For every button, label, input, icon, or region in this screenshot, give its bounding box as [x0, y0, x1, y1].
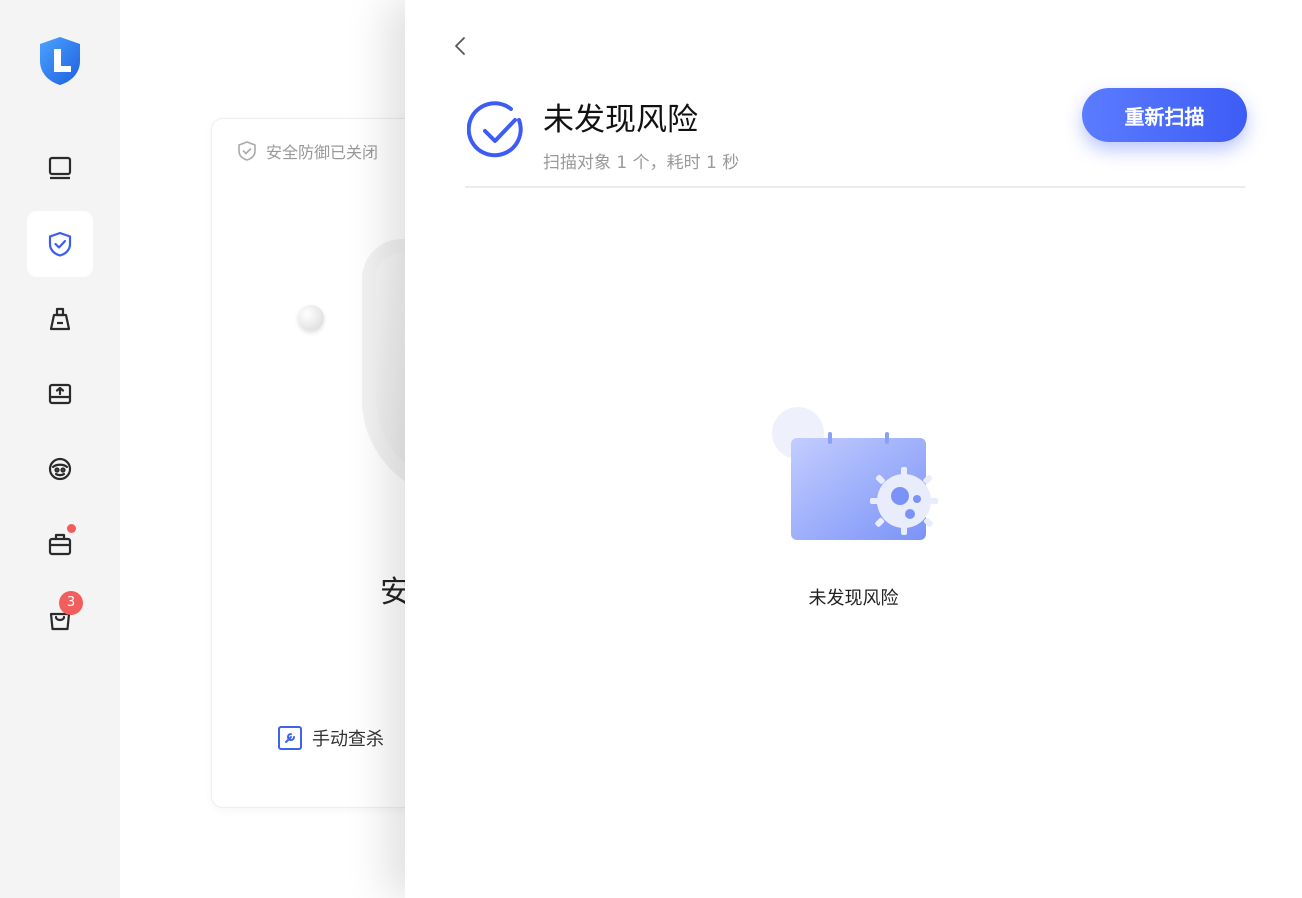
rescan-button[interactable]: 重新扫描	[1082, 88, 1247, 142]
wrench-icon	[278, 726, 302, 750]
check-circle-icon	[467, 101, 523, 158]
sidebar-item-store[interactable]: 3	[27, 586, 93, 652]
sidebar-item-cleanup[interactable]	[27, 286, 93, 352]
broom-icon	[49, 307, 71, 331]
eye-face-icon	[48, 457, 72, 481]
result-title: 未发现风险	[543, 102, 698, 138]
sidebar-item-privacy[interactable]	[27, 436, 93, 502]
sidebar-item-computer[interactable]	[27, 135, 93, 201]
no-risk-illustration	[772, 407, 938, 540]
protection-status: 安全防御已关闭	[236, 139, 378, 163]
protection-status-text: 安全防御已关闭	[266, 143, 379, 162]
shield-check-icon	[48, 231, 72, 257]
divider	[465, 186, 1245, 188]
empty-state-text: 未发现风险	[808, 588, 899, 609]
result-subtitle: 扫描对象 1 个，耗时 1 秒	[543, 153, 740, 173]
sidebar-item-storage[interactable]	[27, 361, 93, 427]
back-icon[interactable]	[449, 34, 473, 58]
shield-check-outline-icon	[238, 141, 256, 161]
notification-dot	[67, 524, 76, 533]
scan-result-panel: 未发现风险 扫描对象 1 个，耗时 1 秒 重新扫描 未发现风险	[405, 0, 1302, 898]
monitor-icon	[48, 156, 72, 180]
app-logo-icon	[40, 37, 80, 85]
decor-ball	[298, 305, 324, 331]
sidebar-item-security[interactable]	[27, 211, 93, 277]
manual-scan-button[interactable]: 手动查杀	[278, 725, 384, 751]
sidebar: 3	[0, 0, 120, 898]
briefcase-icon	[48, 533, 72, 556]
count-badge: 3	[59, 591, 83, 615]
manual-scan-label: 手动查杀	[312, 729, 384, 750]
sidebar-item-toolbox[interactable]	[27, 511, 93, 577]
drive-upload-icon	[48, 383, 72, 405]
